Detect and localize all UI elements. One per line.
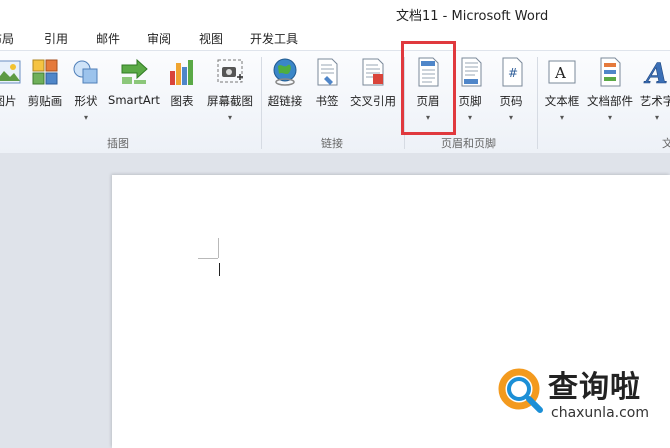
cross-reference-button[interactable]: 交叉引用 [348,57,398,109]
bookmark-icon [312,57,342,87]
watermark-url: chaxunla.com [551,405,649,421]
group-label-header-footer: 页眉和页脚 [441,137,496,150]
screenshot-dropdown-arrow-icon[interactable]: ▾ [204,113,256,122]
page-number-button[interactable]: # 页码 ▾ [497,57,527,122]
tab-review[interactable]: 审阅 [147,30,171,47]
wordart-icon: A [642,57,670,91]
shapes-icon [71,57,101,87]
footer-icon [456,57,486,87]
group-label-text: 文 [662,137,670,150]
textbox-button[interactable]: A 文本框 ▾ [542,57,582,122]
quick-parts-dropdown-arrow-icon[interactable]: ▾ [585,113,635,122]
smartart-button[interactable]: SmartArt [106,57,162,107]
textbox-icon: A [547,57,577,87]
screenshot-button[interactable]: 屏幕截图 ▾ [204,57,256,122]
group-label-links: 链接 [321,137,343,150]
tab-layout[interactable]: 布局 [0,30,14,47]
tab-developer[interactable]: 开发工具 [250,30,298,47]
group-separator [261,57,262,149]
tab-view[interactable]: 视图 [199,30,223,47]
group-separator [537,57,538,149]
cross-reference-icon [358,57,388,87]
smartart-icon [119,57,149,87]
header-icon [413,57,443,87]
page-number-dropdown-arrow-icon[interactable]: ▾ [497,113,525,122]
ribbon-tab-row: 布局 引用 邮件 审阅 视图 开发工具 [0,26,670,50]
watermark-name: 查询啦 [548,370,641,405]
picture-button[interactable]: 图片 [0,57,21,109]
watermark-logo-icon [496,366,544,414]
clipart-button[interactable]: 剪贴画 [24,57,66,109]
footer-button[interactable]: 页脚 ▾ [456,57,486,122]
svg-text:A: A [554,64,566,82]
hyperlink-globe-icon [270,57,300,87]
margin-crop-mark [218,238,219,258]
picture-icon [0,57,22,87]
textbox-dropdown-arrow-icon[interactable]: ▾ [542,113,582,122]
bookmark-button[interactable]: 书签 [312,57,342,109]
clipart-icon [30,57,60,87]
window-title: 文档11 - Microsoft Word [396,9,549,24]
svg-text:#: # [508,66,518,80]
margin-crop-mark [198,258,218,259]
title-bar: 文档11 - Microsoft Word [0,0,670,26]
svg-text:A: A [643,57,668,87]
wordart-dropdown-arrow-icon[interactable]: ▾ [637,113,670,122]
text-cursor [219,263,220,276]
shapes-button[interactable]: 形状 ▾ [71,57,101,122]
quick-parts-button[interactable]: 文档部件 ▾ [585,57,635,122]
tab-mailings[interactable]: 邮件 [96,30,120,47]
hyperlink-button[interactable]: 超链接 [266,57,304,109]
chart-button[interactable]: 图表 [166,57,198,109]
shapes-dropdown-arrow-icon[interactable]: ▾ [71,113,101,122]
group-label-illustrations: 插图 [107,137,129,150]
wordart-button[interactable]: A 艺术字 ▾ [637,57,670,122]
group-separator [404,57,405,149]
footer-dropdown-arrow-icon[interactable]: ▾ [456,113,484,122]
header-button[interactable]: 页眉 ▾ [412,57,444,122]
header-dropdown-arrow-icon[interactable]: ▾ [412,113,444,122]
quick-parts-icon [595,57,625,87]
tab-references[interactable]: 引用 [44,30,68,47]
chart-icon [167,57,197,87]
ribbon-insert: 图片 剪贴画 形状 ▾ SmartArt 图表 屏幕截图 ▾ 插图 [0,50,670,154]
page-number-icon: # [497,57,527,87]
screenshot-icon [215,57,245,87]
